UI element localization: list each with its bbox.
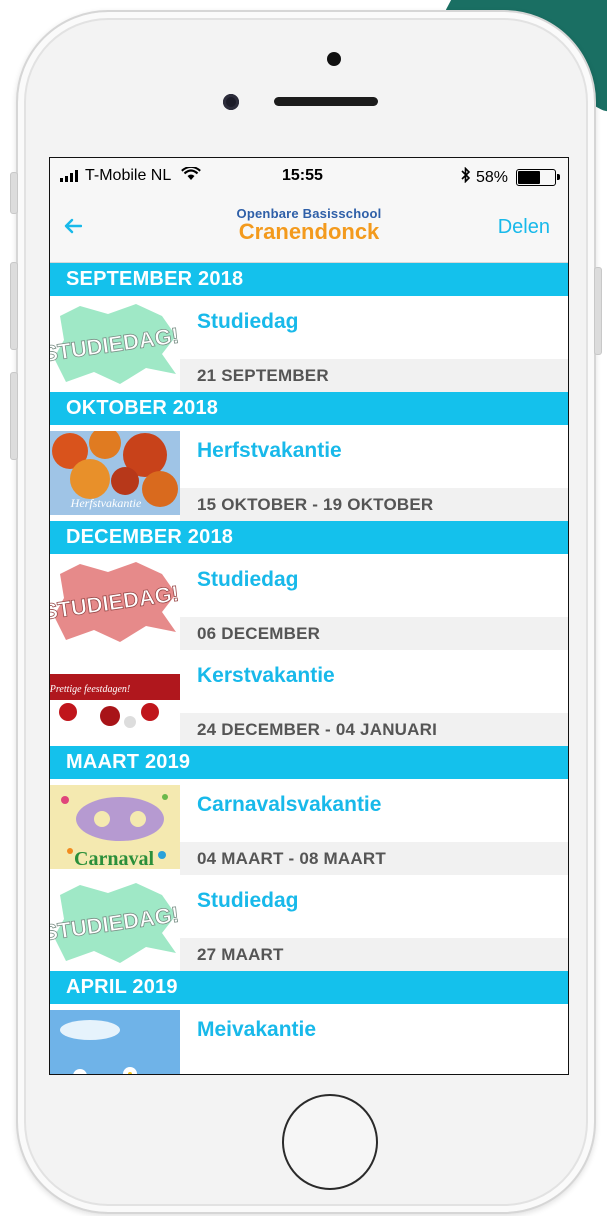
event-date: 15 OKTOBER - 19 OKTOBER: [180, 488, 568, 521]
event-thumbnail: STUDIEDAG!: [50, 560, 180, 644]
signal-icon: [60, 170, 78, 182]
event-title: Studiedag: [197, 310, 299, 333]
svg-text:Carnaval: Carnaval: [74, 848, 154, 869]
event-row[interactable]: Herfstvakantie Herfstvakantie 15 OKTOBER…: [50, 425, 568, 521]
battery-icon: [516, 169, 560, 186]
event-thumbnail: [50, 1010, 180, 1074]
earpiece-speaker: [274, 97, 378, 106]
bluetooth-icon: [461, 166, 471, 188]
event-date: 27 MAART: [180, 938, 568, 971]
event-row[interactable]: STUDIEDAG! Studiedag 06 DECEMBER: [50, 554, 568, 650]
event-row[interactable]: STUDIEDAG! Studiedag 21 SEPTEMBER: [50, 296, 568, 392]
event-title: Kerstvakantie: [197, 664, 335, 687]
navigation-bar: Openbare Basisschool Cranendonck Delen: [50, 194, 568, 263]
svg-text:Herfstvakantie: Herfstvakantie: [70, 496, 142, 510]
event-title: Studiedag: [197, 889, 299, 912]
month-header: OKTOBER 2018: [50, 392, 568, 425]
status-bar: T-Mobile NL 15:55 58%: [50, 158, 568, 194]
battery-percent: 58%: [475, 168, 508, 186]
carrier-label: T-Mobile NL: [85, 167, 172, 184]
event-date: 21 SEPTEMBER: [180, 359, 568, 392]
volume-down-button: [10, 372, 18, 460]
event-thumbnail: Prettige feestdagen!: [50, 656, 180, 740]
share-button[interactable]: Delen: [498, 216, 550, 239]
event-title: Studiedag: [197, 568, 299, 591]
school-logo: Openbare Basisschool Cranendonck: [50, 206, 568, 244]
event-row[interactable]: STUDIEDAG! Studiedag 27 MAART: [50, 875, 568, 971]
front-camera: [223, 94, 239, 110]
svg-text:Prettige feestdagen!: Prettige feestdagen!: [50, 684, 130, 695]
mute-switch: [10, 172, 18, 214]
month-header: DECEMBER 2018: [50, 521, 568, 554]
event-title: Herfstvakantie: [197, 439, 342, 462]
event-row[interactable]: Meivakantie: [50, 1004, 568, 1074]
event-row[interactable]: Carnaval Carnavalsvakantie 04 MAART - 08…: [50, 779, 568, 875]
event-row[interactable]: Prettige feestdagen! Kerstvakantie 24 DE…: [50, 650, 568, 746]
brand-title: Cranendonck: [238, 219, 380, 244]
month-header: APRIL 2019: [50, 971, 568, 1004]
event-thumbnail: STUDIEDAG!: [50, 881, 180, 965]
event-date: 04 MAART - 08 MAART: [180, 842, 568, 875]
app-screen: T-Mobile NL 15:55 58% Openbare Basisscho…: [49, 157, 569, 1075]
event-title: Meivakantie: [197, 1018, 317, 1041]
event-thumbnail: Herfstvakantie: [50, 431, 180, 515]
calendar-list[interactable]: SEPTEMBER 2018 STUDIEDAG! Studiedag 21 S…: [50, 263, 568, 1074]
event-thumbnail: STUDIEDAG!: [50, 302, 180, 386]
status-time: 15:55: [282, 167, 323, 184]
wifi-icon: [181, 165, 202, 185]
volume-up-button: [10, 262, 18, 350]
month-header: MAART 2019: [50, 746, 568, 779]
power-button: [594, 267, 602, 355]
event-date: 06 DECEMBER: [180, 617, 568, 650]
month-header: SEPTEMBER 2018: [50, 263, 568, 296]
proximity-sensor: [327, 52, 341, 66]
event-thumbnail: Carnaval: [50, 785, 180, 869]
home-button[interactable]: [282, 1094, 378, 1190]
event-title: Carnavalsvakantie: [197, 793, 382, 816]
event-date: 24 DECEMBER - 04 JANUARI: [180, 713, 568, 746]
